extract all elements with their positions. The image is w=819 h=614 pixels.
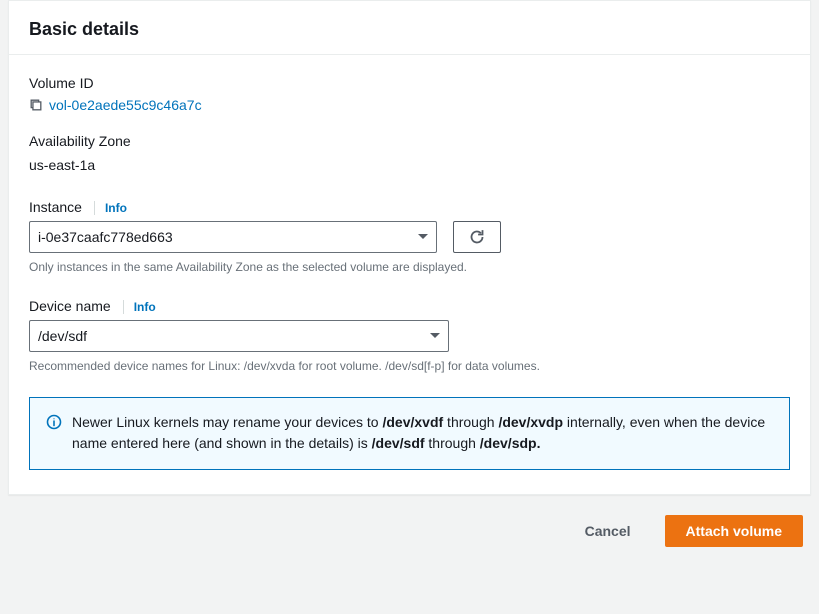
device-select[interactable]: /dev/sdf xyxy=(29,320,449,352)
alert-b3: /dev/sdf xyxy=(372,435,425,451)
instance-label-row: Instance Info xyxy=(29,199,790,215)
instance-info-link[interactable]: Info xyxy=(94,201,127,215)
panel-body: Volume ID vol-0e2aede55c9c46a7c Availabi… xyxy=(9,55,810,494)
instance-hint: Only instances in the same Availability … xyxy=(29,259,790,276)
cancel-button[interactable]: Cancel xyxy=(565,515,651,547)
info-icon xyxy=(46,414,62,430)
alert-p2: through xyxy=(443,414,498,430)
alert-b4: /dev/sdp. xyxy=(480,435,541,451)
footer: Cancel Attach volume xyxy=(0,495,819,567)
az-field: Availability Zone us-east-1a xyxy=(29,133,790,173)
instance-label: Instance xyxy=(29,199,82,215)
instance-field: Instance Info i-0e37caafc778ed663 On xyxy=(29,199,790,276)
alert-text: Newer Linux kernels may rename your devi… xyxy=(72,412,773,455)
instance-select-wrap: i-0e37caafc778ed663 xyxy=(29,221,437,253)
basic-details-panel: Basic details Volume ID vol-0e2aede55c9c… xyxy=(8,0,811,495)
volume-id-label: Volume ID xyxy=(29,75,790,91)
alert-b1: /dev/xvdf xyxy=(382,414,443,430)
alert-p1: Newer Linux kernels may rename your devi… xyxy=(72,414,382,430)
device-field: Device name Info /dev/sdf Recommended de… xyxy=(29,298,790,375)
refresh-button[interactable] xyxy=(453,221,501,253)
az-value: us-east-1a xyxy=(29,157,790,173)
instance-control-row: i-0e37caafc778ed663 xyxy=(29,221,790,253)
device-info-link[interactable]: Info xyxy=(123,300,156,314)
refresh-icon xyxy=(469,229,485,245)
info-alert: Newer Linux kernels may rename your devi… xyxy=(29,397,790,470)
alert-p4: through xyxy=(425,435,480,451)
az-label: Availability Zone xyxy=(29,133,790,149)
attach-volume-button[interactable]: Attach volume xyxy=(665,515,803,547)
copy-icon[interactable] xyxy=(29,98,43,112)
alert-b2: /dev/xvdp xyxy=(498,414,563,430)
volume-id-field: Volume ID vol-0e2aede55c9c46a7c xyxy=(29,75,790,113)
device-label: Device name xyxy=(29,298,111,314)
device-label-row: Device name Info xyxy=(29,298,790,314)
device-hint: Recommended device names for Linux: /dev… xyxy=(29,358,790,375)
panel-header: Basic details xyxy=(9,1,810,55)
instance-select[interactable]: i-0e37caafc778ed663 xyxy=(29,221,437,253)
panel-title: Basic details xyxy=(29,19,790,40)
volume-id-link[interactable]: vol-0e2aede55c9c46a7c xyxy=(49,97,202,113)
device-select-wrap: /dev/sdf xyxy=(29,320,449,352)
volume-id-value-row: vol-0e2aede55c9c46a7c xyxy=(29,97,790,113)
